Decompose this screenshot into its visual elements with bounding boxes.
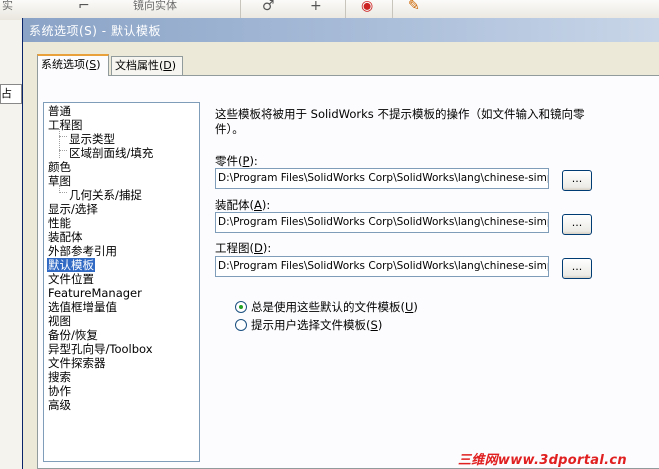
tab-mnemonic: S (89, 58, 97, 71)
tab-system-options[interactable]: 系统选项(S) (37, 54, 109, 76)
options-tree[interactable]: 普通 工程图 显示类型 区域剖面线/填充 颜色 草图 几何关系/捕捉 显示/选择… (43, 102, 200, 462)
background-left-tab[interactable]: 占 (0, 84, 22, 104)
watermark: 三维网www.3dportal.cn (458, 453, 627, 468)
tree-item-assemblies[interactable]: 装配体 (48, 230, 83, 244)
mirror-body-label[interactable]: 镜向实体 (133, 0, 177, 13)
tree-item-performance[interactable]: 性能 (48, 216, 71, 230)
drawing-template-path-input[interactable]: D:\Program Files\SolidWorks Corp\SolidWo… (215, 256, 549, 277)
drawing-template-label: 工程图(D): (215, 241, 272, 255)
tree-connector (59, 129, 60, 158)
assembly-template-path-input[interactable]: D:\Program Files\SolidWorks Corp\SolidWo… (215, 212, 549, 233)
background-left-fragment: 实 (2, 0, 13, 12)
tree-connector (59, 192, 67, 193)
tree-item-external-references[interactable]: 外部参考引用 (48, 244, 117, 258)
curve-icon[interactable]: ♂ (262, 0, 275, 14)
tree-item-default-templates[interactable]: 默认模板 (47, 258, 95, 272)
tab-label: 文档属性 (115, 59, 159, 72)
radio-unchecked-icon[interactable] (235, 319, 247, 331)
field-label-text: 零件 (215, 154, 238, 168)
tab-label: 系统选项 (41, 58, 85, 71)
radio-label-text: 提示用户选择文件模板 (251, 318, 366, 332)
sketch-icon[interactable]: ✎ (408, 0, 420, 14)
toolbar-separator (240, 0, 241, 18)
templates-description: 这些模板将被用于 SolidWorks 不提示模板的操作（如文件输入和镜向零件）… (215, 107, 585, 136)
tree-item-colors[interactable]: 颜色 (48, 160, 71, 174)
tree-item-sketch[interactable]: 草图 (48, 174, 71, 188)
system-options-dialog: 系统选项(S) - 默认模板 系统选项(S) 文档属性(D) 普通 工程图 显示… (22, 18, 659, 469)
tree-connector (59, 136, 67, 137)
plus-icon[interactable]: + (310, 0, 322, 14)
tab-document-properties[interactable]: 文档属性(D) (111, 56, 183, 75)
tab-panel-system-options: 普通 工程图 显示类型 区域剖面线/填充 颜色 草图 几何关系/捕捉 显示/选择… (37, 75, 659, 469)
toolbar-button-icon[interactable]: ⌐ (78, 0, 90, 14)
field-mnemonic: P (242, 154, 250, 168)
dialog-title-bar[interactable]: 系统选项(S) - 默认模板 (23, 18, 659, 42)
tree-item-display-style[interactable]: 显示类型 (69, 132, 115, 146)
tree-item-file-locations[interactable]: 文件位置 (48, 272, 94, 286)
radio-label: 总是使用这些默认的文件模板(U) (251, 300, 418, 314)
tab-mnemonic: D (163, 59, 172, 72)
background-toolbar: 实 ⌐ 镜向实体 ♂ + ◉ ✎ (0, 0, 659, 20)
tree-item-backup-recover[interactable]: 备份/恢复 (48, 328, 98, 342)
tree-item-general[interactable]: 普通 (48, 104, 71, 118)
part-template-browse-button[interactable]: ... (562, 170, 592, 191)
toolbar-separator (392, 0, 393, 18)
background-left-panel: 占 (0, 20, 23, 469)
radio-label: 提示用户选择文件模板(S) (251, 318, 383, 332)
tree-item-display-selection[interactable]: 显示/选择 (48, 202, 98, 216)
toolbar-separator (345, 0, 346, 18)
default-templates-page: 这些模板将被用于 SolidWorks 不提示模板的操作（如文件输入和镜向零件）… (208, 76, 658, 466)
target-icon[interactable]: ◉ (361, 0, 373, 14)
assembly-template-label: 装配体(A): (215, 198, 271, 212)
assembly-template-browse-button[interactable]: ... (562, 214, 592, 235)
part-template-label: 零件(P): (215, 154, 258, 168)
tree-item-advanced[interactable]: 高级 (48, 398, 71, 412)
part-template-path-input[interactable]: D:\Program Files\SolidWorks Corp\SolidWo… (215, 168, 549, 189)
tree-item-relations-snaps[interactable]: 几何关系/捕捉 (69, 188, 142, 202)
radio-mnemonic: S (370, 318, 378, 332)
radio-label-text: 总是使用这些默认的文件模板 (251, 300, 401, 314)
tree-item-hole-wizard-toolbox[interactable]: 异型孔向导/Toolbox (48, 342, 153, 356)
tree-item-view[interactable]: 视图 (48, 314, 71, 328)
tree-item-search[interactable]: 搜索 (48, 370, 71, 384)
field-mnemonic: A (254, 198, 262, 212)
field-label-text: 工程图 (215, 241, 250, 255)
radio-checked-icon[interactable] (235, 301, 247, 313)
tree-item-file-explorer[interactable]: 文件探索器 (48, 356, 106, 370)
field-mnemonic: D (254, 241, 263, 255)
tree-item-drawings[interactable]: 工程图 (48, 118, 83, 132)
radio-mnemonic: U (405, 300, 414, 314)
tree-item-spin-box-increments[interactable]: 选值框增量值 (48, 300, 117, 314)
tree-item-featuremanager[interactable]: FeatureManager (48, 286, 142, 300)
tree-item-collaboration[interactable]: 协作 (48, 384, 71, 398)
tree-item-area-hatch[interactable]: 区域剖面线/填充 (69, 146, 153, 160)
tree-connector (59, 150, 67, 151)
field-label-text: 装配体 (215, 198, 250, 212)
drawing-template-browse-button[interactable]: ... (562, 258, 592, 279)
dialog-title: 系统选项(S) - 默认模板 (29, 24, 161, 38)
